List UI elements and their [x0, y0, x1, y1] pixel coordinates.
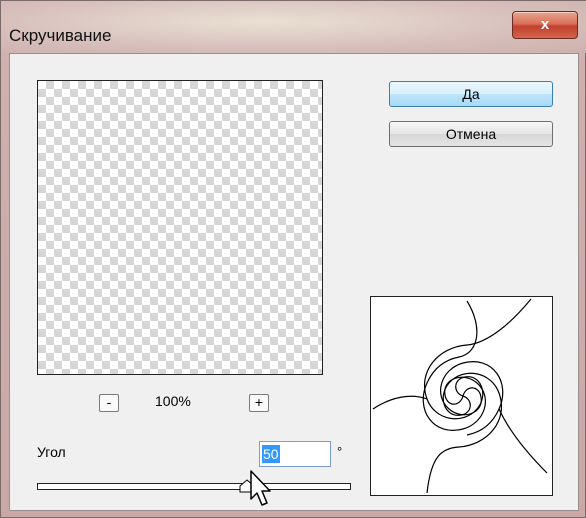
zoom-in-button[interactable]: +: [249, 394, 269, 412]
swirl-preview: [370, 296, 553, 496]
mouse-pointer-icon: [250, 470, 271, 506]
title-bar[interactable]: Скручивание x: [1, 1, 586, 53]
zoom-out-button[interactable]: -: [99, 394, 119, 412]
angle-slider[interactable]: [37, 483, 351, 490]
twirl-dialog: Скручивание x Да Отмена - 100% + Угол 50…: [0, 0, 586, 518]
close-icon: x: [540, 16, 550, 33]
twirl-preview-icon: [372, 298, 548, 494]
angle-value: 50: [262, 445, 280, 463]
ok-button[interactable]: Да: [389, 81, 553, 107]
preview-area[interactable]: [37, 80, 323, 375]
close-button[interactable]: x: [512, 11, 578, 39]
angle-input[interactable]: 50: [259, 441, 331, 467]
cancel-button[interactable]: Отмена: [389, 121, 553, 147]
zoom-level: 100%: [155, 393, 191, 409]
degree-unit: °: [337, 444, 343, 459]
angle-label: Угол: [37, 444, 66, 460]
dialog-title: Скручивание: [9, 26, 112, 45]
